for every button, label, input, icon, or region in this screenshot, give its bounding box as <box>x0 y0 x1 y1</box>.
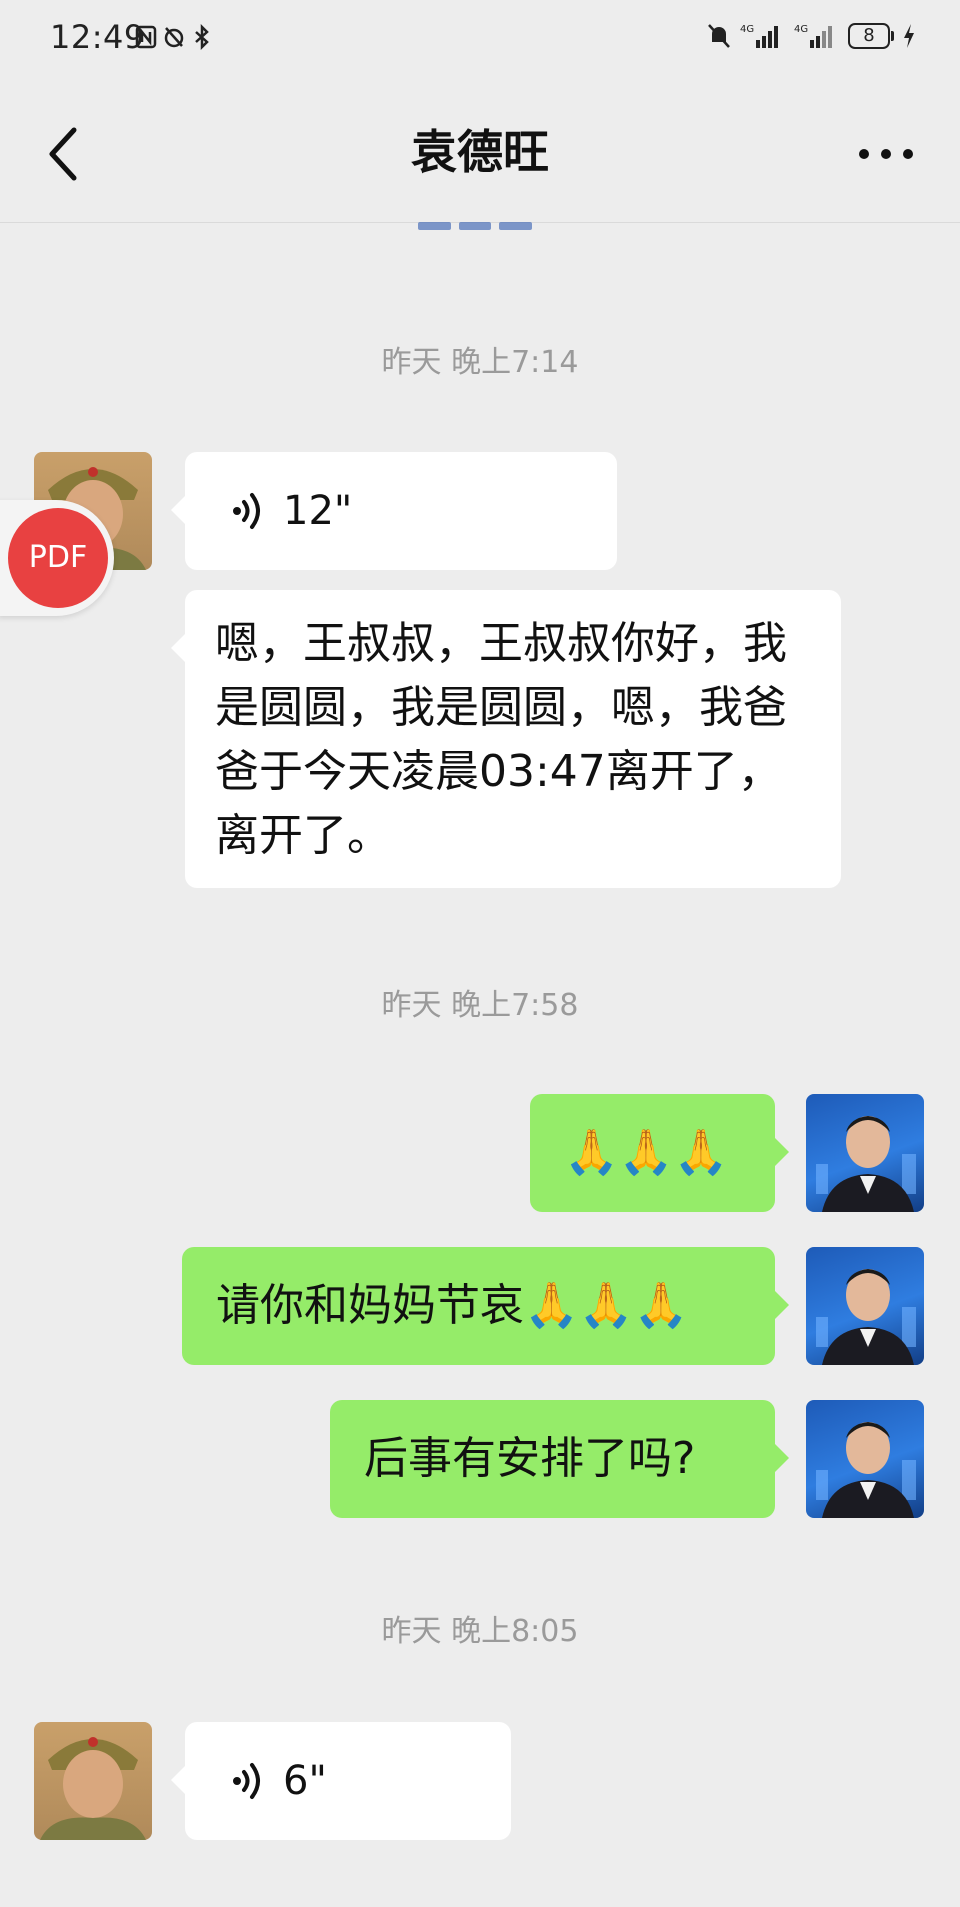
message-text: 🙏🙏🙏 <box>564 1127 729 1178</box>
voice-wave-icon <box>233 1763 260 1799</box>
pdf-floating-button[interactable]: PDF <box>0 500 114 616</box>
self-avatar[interactable] <box>806 1247 924 1365</box>
more-options-icon[interactable] <box>856 140 916 168</box>
timestamp: 昨天 晚上7:58 <box>381 988 579 1023</box>
battery-level: 8 <box>848 23 890 49</box>
battery-indicator: 8 <box>848 23 894 49</box>
status-time: 12:49 <box>50 18 145 56</box>
battery-tip <box>891 31 894 41</box>
status-right-icons: 4G 4G 8 <box>706 22 916 50</box>
message-text: 后事有安排了吗? <box>364 1433 696 1484</box>
self-portrait-icon <box>816 1116 916 1212</box>
charging-bolt-icon <box>904 24 914 48</box>
chat-header: 袁德旺 <box>0 80 960 223</box>
timestamp: 昨天 晚上8:05 <box>381 1614 579 1649</box>
status-bar: 12:49 4G 4G 8 <box>0 0 960 80</box>
bluetooth-icon <box>195 24 209 50</box>
voice-message-incoming[interactable]: 12" <box>171 452 617 570</box>
text-message-incoming[interactable]: 嗯，王叔叔，王叔叔你好，我是圆圆，我是圆圆，嗯，我爸爸于今天凌晨03:47离开了… <box>171 590 841 888</box>
text-message-outgoing[interactable]: 🙏🙏🙏 <box>530 1094 789 1212</box>
voice-wave-icon <box>233 493 260 529</box>
contact-avatar[interactable] <box>34 1722 152 1840</box>
self-portrait-icon <box>816 1269 916 1365</box>
timestamp: 昨天 晚上7:14 <box>381 345 579 380</box>
signal-4g-2-icon: 4G <box>794 24 832 48</box>
svg-text:4G: 4G <box>740 24 754 35</box>
text-message-outgoing[interactable]: 请你和妈妈节哀🙏🙏🙏 <box>182 1247 789 1365</box>
svg-text:4G: 4G <box>794 24 808 35</box>
voice-duration: 12" <box>283 488 353 534</box>
mute-bell-icon <box>708 24 730 48</box>
text-message-outgoing[interactable]: 后事有安排了吗? <box>330 1400 789 1518</box>
voice-duration: 6" <box>283 1758 327 1804</box>
pdf-label: PDF <box>8 508 108 608</box>
self-avatar[interactable] <box>806 1400 924 1518</box>
signal-4g-1-icon: 4G <box>740 24 778 48</box>
chat-title: 袁德旺 <box>411 125 549 179</box>
self-portrait-icon <box>816 1422 916 1518</box>
voice-message-incoming[interactable]: 6" <box>171 1722 511 1840</box>
contact-portrait-icon <box>40 1737 146 1840</box>
nfc-icon <box>135 25 157 49</box>
alarm-off-icon <box>164 27 184 48</box>
self-avatar[interactable] <box>806 1094 924 1212</box>
status-left-icons <box>135 24 213 50</box>
message-text: 嗯，王叔叔，王叔叔你好，我是圆圆，我是圆圆，嗯，我爸爸于今天凌晨03:47离开了… <box>215 618 787 861</box>
scrolled-content-peek <box>418 222 533 230</box>
message-text: 请你和妈妈节哀🙏🙏🙏 <box>216 1280 689 1331</box>
